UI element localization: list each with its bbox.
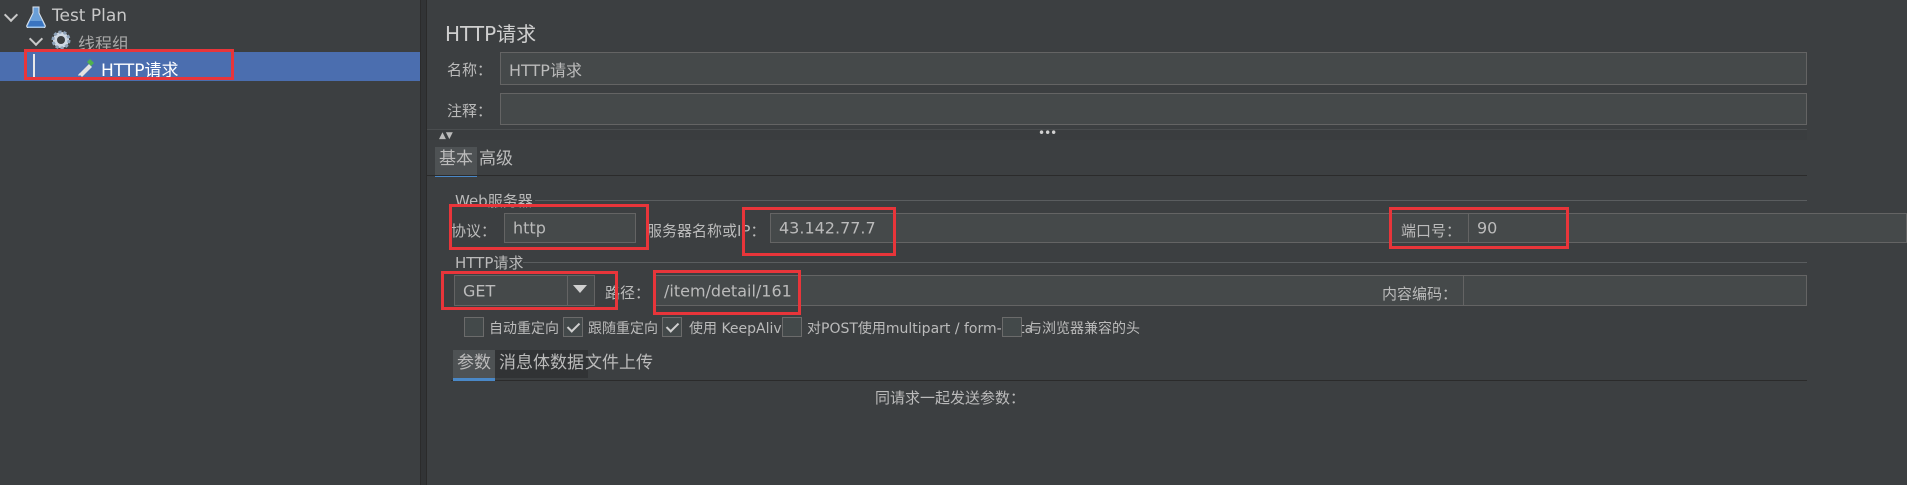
group-title-web-server: Web服务器 (455, 192, 533, 210)
options-row: 自动重定向 跟随重定向 使用 KeepAlive 对POST使用multipar… (462, 315, 1162, 339)
server-label: 服务器名称或IP： (647, 222, 766, 240)
port-label: 端口号： (1401, 222, 1462, 240)
flask-icon (26, 6, 46, 28)
multipart-checkbox[interactable] (782, 317, 802, 337)
browser-headers-checkbox[interactable] (1002, 317, 1022, 337)
sampler-panel: HTTP请求 名称： HTTP请求 注释： ▲▼ ••• 基本 高级 Web服务… (427, 0, 1907, 485)
tab-body-data[interactable]: 消息体数据 (495, 350, 588, 378)
tab-parameters[interactable]: 参数 (453, 350, 495, 381)
port-field[interactable]: 90 (1468, 213, 1907, 243)
test-plan-tree: Test Plan 线程组 HTTP请求 (0, 0, 420, 485)
chevron-down-icon[interactable] (28, 31, 44, 47)
path-field[interactable]: /item/detail/161 (655, 275, 1470, 306)
follow-redirect-label: 跟随重定向 (588, 321, 658, 337)
keepalive-label: 使用 KeepAlive (689, 321, 791, 337)
split-handle[interactable]: ▲▼ ••• (427, 126, 1807, 141)
group-border (535, 200, 1807, 201)
chevron-down-icon[interactable] (3, 7, 19, 23)
collapse-arrows-icon[interactable]: ▲▼ (439, 131, 453, 141)
params-hint: 同请求一起发送参数： (875, 389, 1026, 407)
tree-item-http-request[interactable]: HTTP请求 (0, 52, 420, 81)
pipette-icon (78, 59, 94, 77)
comment-field[interactable] (500, 93, 1807, 125)
follow-redirect-checkbox[interactable] (563, 317, 583, 337)
protocol-field[interactable]: http (504, 213, 636, 243)
auto-redirect-checkbox[interactable] (464, 317, 484, 337)
name-field[interactable]: HTTP请求 (500, 52, 1807, 85)
multipart-label: 对POST使用multipart / form-data (807, 321, 1034, 337)
page-title: HTTP请求 (445, 22, 537, 46)
drag-dots-icon: ••• (1038, 126, 1057, 140)
auto-redirect-label: 自动重定向 (489, 321, 559, 337)
tree-item-thread-group[interactable]: 线程组 (0, 26, 420, 55)
group-title-http-request: HTTP请求 (455, 254, 524, 272)
tab-files-upload[interactable]: 文件上传 (581, 350, 657, 378)
chevron-down-icon[interactable] (573, 285, 587, 293)
keepalive-checkbox[interactable] (662, 317, 682, 337)
encoding-field[interactable] (1463, 275, 1807, 306)
comment-label: 注释： (447, 102, 493, 120)
splitter[interactable] (420, 0, 427, 485)
group-border (523, 262, 1807, 263)
tree-item-label: Test Plan (52, 6, 128, 26)
gear-icon (51, 30, 71, 50)
tab-advanced[interactable]: 高级 (475, 147, 517, 175)
tree-item-label: HTTP请求 (101, 61, 179, 81)
tab-underline (427, 175, 1807, 176)
protocol-label: 协议： (451, 222, 497, 240)
encoding-label: 内容编码： (1382, 285, 1458, 303)
name-label: 名称： (447, 61, 493, 79)
path-label: 路径： (605, 284, 651, 302)
tab-basic[interactable]: 基本 (435, 147, 477, 178)
browser-headers-label: 与浏览器兼容的头 (1028, 321, 1140, 337)
method-select[interactable]: GET (454, 275, 595, 306)
